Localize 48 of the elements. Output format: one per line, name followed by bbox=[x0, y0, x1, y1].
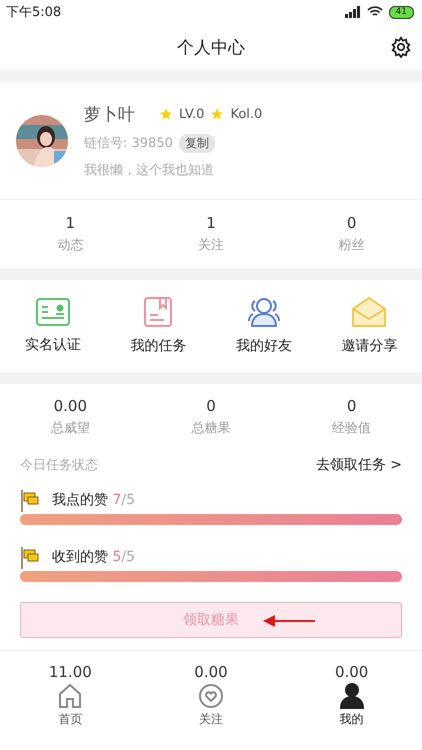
home-icon bbox=[58, 683, 82, 709]
signal-icon bbox=[344, 6, 361, 18]
star-icon bbox=[210, 107, 224, 121]
balance-value: 0.00 bbox=[194, 663, 228, 681]
flag-icon bbox=[20, 545, 40, 569]
tab-item[interactable]: 我的 bbox=[340, 683, 364, 728]
stat-label: 总威望 bbox=[50, 420, 90, 437]
level-label: LV.0 bbox=[179, 106, 204, 122]
stat-label: 动态 bbox=[57, 237, 84, 254]
get-tasks-link[interactable]: 去领取任务 > bbox=[316, 456, 402, 474]
copy-button[interactable]: 复制 bbox=[178, 134, 215, 152]
section-title: 今日任务状态 bbox=[20, 457, 98, 474]
task-label: 我点的赞 7/5 bbox=[52, 491, 135, 509]
wifi-icon bbox=[366, 6, 383, 18]
shortcut-label[interactable]: 邀请分享 bbox=[341, 337, 398, 355]
user-name: 萝卜叶 bbox=[84, 104, 135, 126]
stat-value: 0 bbox=[206, 397, 216, 415]
stat-value: 1 bbox=[206, 214, 216, 232]
shortcut-label[interactable]: 实名认证 bbox=[24, 336, 81, 354]
level-label: Kol.0 bbox=[230, 106, 262, 122]
shortcut-label[interactable]: 我的任务 bbox=[130, 337, 186, 355]
star-icon bbox=[159, 107, 173, 121]
tab-item[interactable]: 首页 bbox=[58, 683, 82, 728]
settings-icon[interactable] bbox=[390, 36, 412, 58]
id-card-icon bbox=[36, 298, 70, 326]
stat-value: 0 bbox=[346, 214, 356, 232]
user-bio: 我很懒，这个我也知道 bbox=[84, 162, 215, 178]
battery-level: 41 bbox=[388, 6, 414, 18]
stat-label: 粉丝 bbox=[338, 237, 365, 254]
person-icon bbox=[340, 683, 364, 709]
stat-label: 经验值 bbox=[332, 420, 372, 437]
status-time: 下午5:08 bbox=[6, 4, 62, 21]
balance-value: 0.00 bbox=[334, 663, 368, 681]
pointer-arrow bbox=[263, 614, 315, 628]
envelope-icon bbox=[352, 297, 386, 327]
tab-item[interactable]: 关注 bbox=[198, 683, 224, 728]
book-icon bbox=[144, 297, 172, 327]
stat-value: 1 bbox=[66, 214, 76, 232]
shortcut-label[interactable]: 我的好友 bbox=[236, 337, 292, 355]
page-title: 个人中心 bbox=[177, 36, 245, 58]
user-id: 链信号: 39850 bbox=[84, 135, 173, 152]
stat-label: 总糖果 bbox=[191, 420, 230, 437]
stat-value: 0.00 bbox=[54, 397, 88, 415]
stat-label: 关注 bbox=[198, 237, 224, 254]
task-label: 收到的赞 5/5 bbox=[52, 548, 135, 566]
balance-value: 11.00 bbox=[48, 663, 92, 681]
stat-value: 0 bbox=[346, 397, 356, 415]
flag-icon bbox=[20, 488, 40, 512]
